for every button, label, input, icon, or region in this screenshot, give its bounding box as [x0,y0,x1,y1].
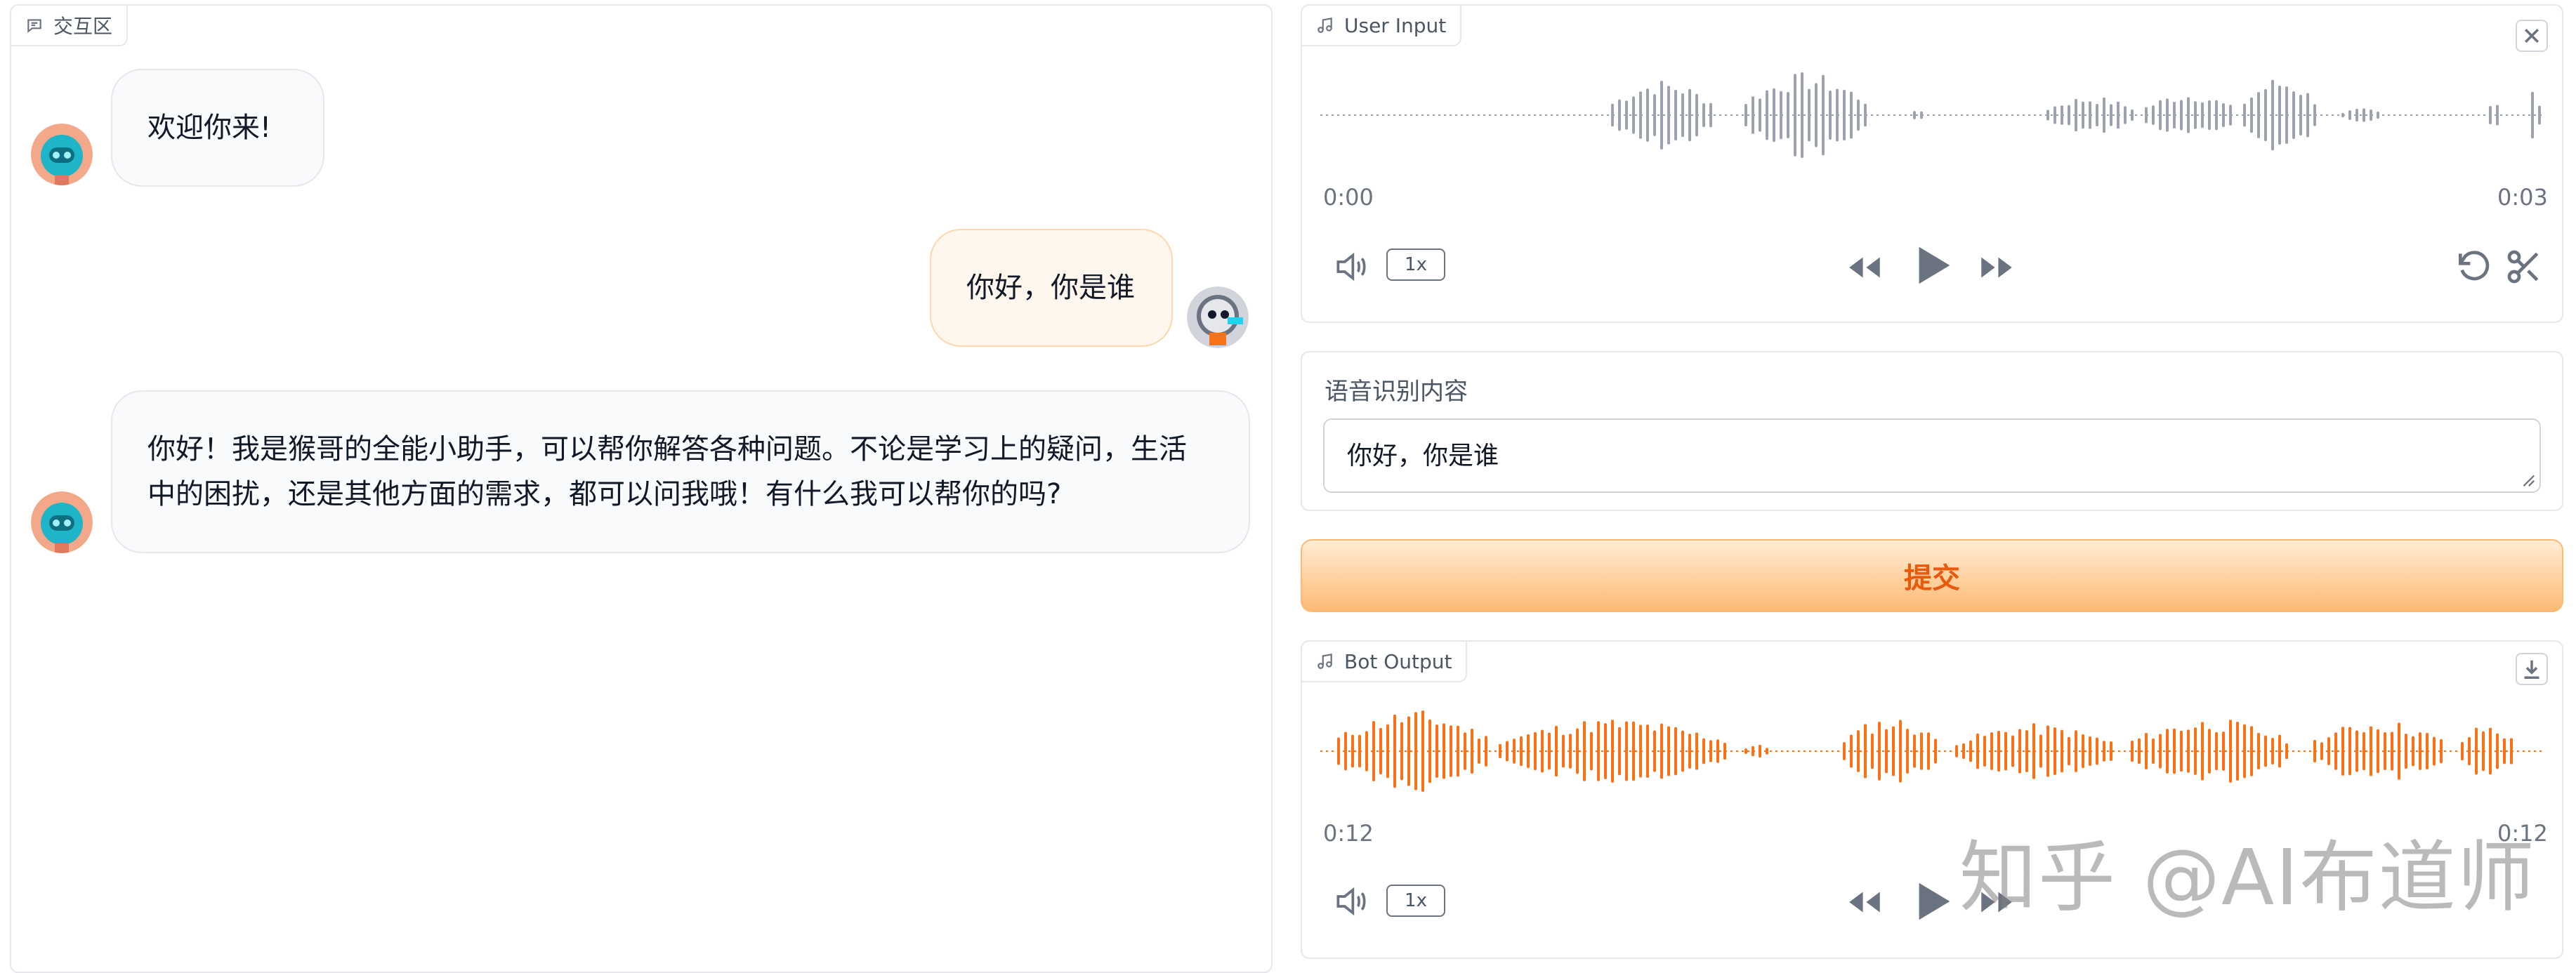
user-input-time-start: 0:00 [1323,184,1374,211]
message-text: 你好，你是谁 [966,272,1135,304]
asr-text: 你好，你是谁 [1347,442,1499,470]
scissors-icon[interactable] [2504,247,2544,289]
bot-output-time-start: 0:12 [1323,820,1374,847]
message-text: 你好！我是猴哥的全能小助手，可以帮你解答各种问题。不论是学习上的疑问，生活中的困… [147,433,1187,510]
fast-forward-icon[interactable] [1975,247,2018,291]
rewind-icon[interactable] [1843,247,1886,291]
download-icon[interactable] [2516,653,2548,685]
chat-icon [27,19,41,33]
chat-label-text: 交互区 [53,15,113,38]
submit-button[interactable]: 提交 [1301,539,2563,612]
playback-speed-button[interactable]: 1x [1386,249,1445,281]
undo-icon[interactable] [2454,247,2493,289]
bot-avatar [31,124,93,185]
volume-icon[interactable] [1332,247,1371,289]
user-input-label: User Input [1302,6,1462,46]
volume-icon[interactable] [1332,882,1371,924]
music-note-icon [1317,17,1332,33]
play-icon[interactable] [1909,237,1958,296]
resize-handle-icon[interactable] [2520,472,2535,487]
message-bot-welcome: 欢迎你来! [111,69,324,187]
user-input-label-text: User Input [1344,13,1447,37]
chat-label: 交互区 [11,6,129,46]
asr-label: 语音识别内容 [1325,378,1468,406]
user-input-time-end: 0:03 [2497,184,2548,211]
asr-textarea[interactable]: 你好，你是谁 [1323,418,2541,493]
bot-output-label-text: Bot Output [1344,649,1452,673]
music-note-icon [1317,653,1332,669]
rewind-icon[interactable] [1843,882,1886,925]
bot-output-waveform[interactable] [1320,703,2542,799]
fast-forward-icon[interactable] [1975,882,2018,925]
playback-speed-button[interactable]: 1x [1386,885,1445,917]
message-user-question: 你好，你是谁 [930,229,1173,347]
play-icon[interactable] [1909,873,1958,932]
message-bot-answer: 你好！我是猴哥的全能小助手，可以帮你解答各种问题。不论是学习上的疑问，生活中的困… [111,390,1250,553]
message-text: 欢迎你来! [147,112,272,144]
user-input-waveform[interactable] [1320,67,2542,163]
close-icon[interactable] [2516,20,2548,52]
bot-output-time-end: 0:12 [2497,820,2548,847]
bot-output-label: Bot Output [1302,642,1468,682]
bot-avatar [31,491,93,553]
user-avatar [1187,286,1249,348]
